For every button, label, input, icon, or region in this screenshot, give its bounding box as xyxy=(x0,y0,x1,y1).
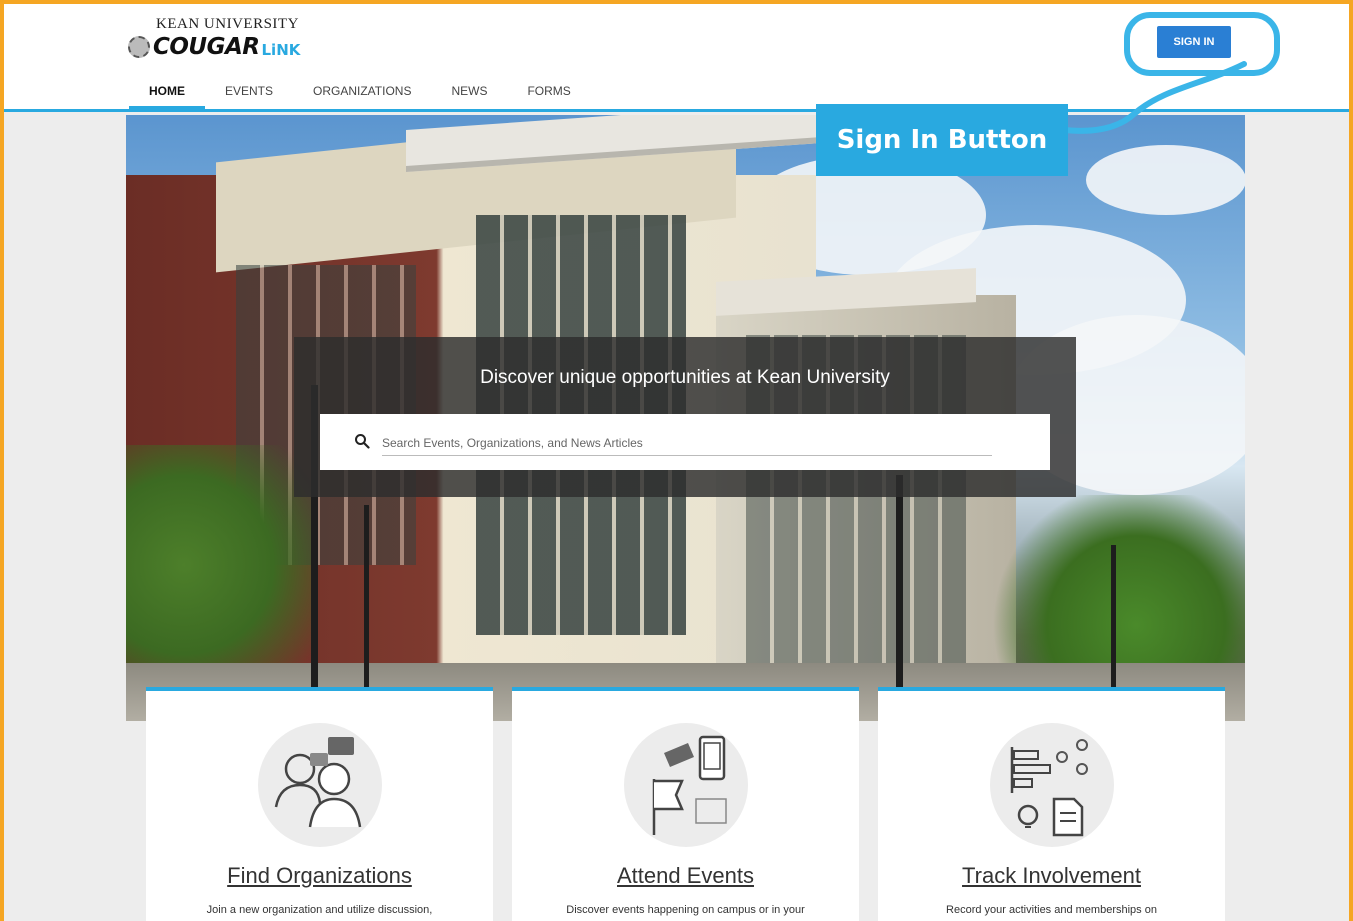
logo-university-text: KEAN UNIVERSITY xyxy=(156,16,299,32)
card-find-organizations[interactable]: Find Organizations Join a new organizati… xyxy=(146,687,493,921)
page-frame: KEAN UNIVERSITY COUGAR LiNK HOME EVENTS … xyxy=(4,4,1349,921)
logo-link-text: LiNK xyxy=(261,41,301,59)
ticket-phone-icon xyxy=(624,723,748,847)
sign-in-button[interactable]: SIGN IN xyxy=(1157,26,1231,58)
search-box[interactable] xyxy=(320,414,1050,470)
main-nav: HOME EVENTS ORGANIZATIONS NEWS FORMS xyxy=(129,78,591,109)
card-description: Join a new organization and utilize disc… xyxy=(206,904,433,916)
card-description: Discover events happening on campus or i… xyxy=(566,904,805,916)
nav-home[interactable]: HOME xyxy=(129,78,205,109)
chart-document-icon xyxy=(990,723,1114,847)
search-panel: Discover unique opportunities at Kean Un… xyxy=(294,337,1076,497)
chart-document-icon xyxy=(1010,739,1088,837)
hero-title: Discover unique opportunities at Kean Un… xyxy=(480,367,890,388)
nav-organizations[interactable]: ORGANIZATIONS xyxy=(293,78,431,109)
card-track-involvement[interactable]: Track Involvement Record your activities… xyxy=(878,687,1225,921)
card-title[interactable]: Attend Events xyxy=(512,863,859,889)
annotation-label: Sign In Button xyxy=(816,104,1068,176)
people-chat-icon xyxy=(274,737,362,828)
cloud-shape xyxy=(1086,145,1245,215)
hero-banner: Discover unique opportunities at Kean Un… xyxy=(126,115,1245,721)
search-input[interactable] xyxy=(382,430,992,456)
card-description: Record your activities and memberships o… xyxy=(946,904,1157,916)
lamp-post xyxy=(896,475,903,721)
seal-icon xyxy=(128,36,150,58)
nav-news[interactable]: NEWS xyxy=(431,78,507,109)
ticket-phone-icon xyxy=(652,735,727,835)
card-title[interactable]: Track Involvement xyxy=(878,863,1225,889)
search-icon xyxy=(355,434,370,449)
nav-forms[interactable]: FORMS xyxy=(507,78,590,109)
logo-cougar-text: COUGAR xyxy=(153,34,260,60)
cougarlink-logo[interactable]: COUGAR LiNK xyxy=(128,34,300,60)
people-chat-icon xyxy=(258,723,382,847)
card-title[interactable]: Find Organizations xyxy=(146,863,493,889)
card-attend-events[interactable]: Attend Events Discover events happening … xyxy=(512,687,859,921)
nav-events[interactable]: EVENTS xyxy=(205,78,293,109)
site-header: KEAN UNIVERSITY COUGAR LiNK HOME EVENTS … xyxy=(4,4,1349,112)
